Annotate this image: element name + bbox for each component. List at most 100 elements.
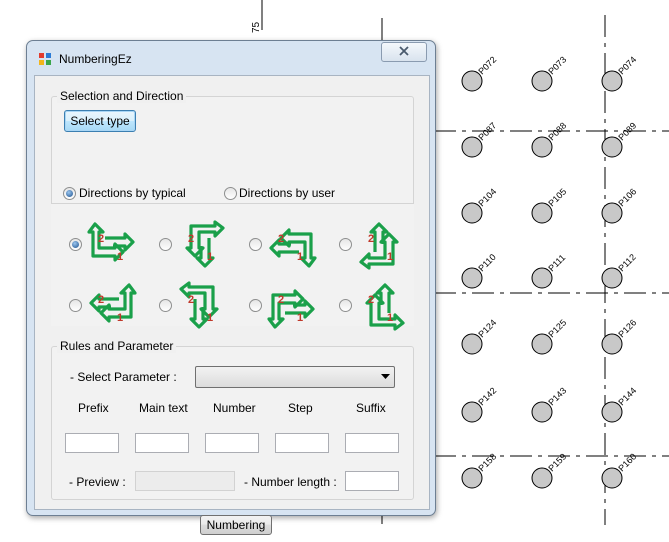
point-marker xyxy=(601,467,623,489)
point-label: P087 xyxy=(476,120,498,142)
numbering-button[interactable]: Numbering xyxy=(200,515,272,535)
prefix-label: Prefix xyxy=(78,401,109,415)
point-marker xyxy=(531,70,553,92)
svg-text:2: 2 xyxy=(188,294,194,306)
suffix-field[interactable] xyxy=(345,433,399,453)
step-label: Step xyxy=(288,401,313,415)
selection-group-label: Selection and Direction xyxy=(57,89,187,103)
point-label: P104 xyxy=(476,186,498,208)
window-title: NumberingEz xyxy=(59,52,132,66)
direction-arrows-icon[interactable]: 2 1 xyxy=(175,279,229,333)
select-parameter-dropdown[interactable] xyxy=(195,366,395,388)
direction-option-radio[interactable] xyxy=(249,238,262,251)
direction-option-radio[interactable] xyxy=(339,238,352,251)
suffix-label: Suffix xyxy=(356,401,386,415)
svg-text:2: 2 xyxy=(98,233,104,245)
point-marker xyxy=(531,136,553,158)
direction-option-radio[interactable] xyxy=(159,238,172,251)
close-button[interactable] xyxy=(381,42,427,62)
svg-text:2: 2 xyxy=(98,294,104,306)
point-marker xyxy=(601,401,623,423)
point-label: P110 xyxy=(476,252,497,273)
point-label: P160 xyxy=(616,451,638,473)
direction-option-radio[interactable] xyxy=(249,299,262,312)
title-bar: NumberingEz xyxy=(27,41,435,75)
direction-arrows-icon[interactable]: 2 1 xyxy=(85,279,139,333)
direction-arrows-icon[interactable]: 2 1 xyxy=(265,218,319,272)
point-marker xyxy=(601,136,623,158)
point-label: P158 xyxy=(476,451,498,473)
point-label: P125 xyxy=(546,317,568,339)
number-label: Number xyxy=(213,401,256,415)
rules-group-label: Rules and Parameter xyxy=(57,339,177,353)
point-marker xyxy=(531,401,553,423)
point-label: P074 xyxy=(616,54,638,76)
svg-text:1: 1 xyxy=(207,251,213,263)
directions-user-label: Directions by user xyxy=(239,186,336,200)
point-label: P106 xyxy=(616,186,638,208)
point-marker xyxy=(531,202,553,224)
main-text-field[interactable] xyxy=(135,433,189,453)
numbering-dialog: NumberingEz Selection and Direction Sele… xyxy=(26,40,436,535)
point-label: P111 xyxy=(546,252,567,273)
point-marker xyxy=(461,136,483,158)
preview-label: - Preview : xyxy=(69,475,126,489)
point-marker xyxy=(461,70,483,92)
point-marker xyxy=(531,467,553,489)
direction-option-radio[interactable] xyxy=(339,299,352,312)
main-text-label: Main text xyxy=(139,401,188,415)
point-label: P143 xyxy=(546,385,568,407)
axis-label: 75 xyxy=(251,21,262,33)
svg-text:1: 1 xyxy=(297,251,303,263)
point-label: P105 xyxy=(546,186,568,208)
point-label: P126 xyxy=(616,317,638,339)
directions-typical-label: Directions by typical xyxy=(79,186,186,200)
number-length-field[interactable] xyxy=(345,471,399,491)
prefix-field[interactable] xyxy=(65,433,119,453)
preview-field xyxy=(135,471,235,491)
app-icon xyxy=(39,53,51,65)
point-marker xyxy=(601,202,623,224)
point-marker xyxy=(461,202,483,224)
point-marker xyxy=(461,467,483,489)
point-marker xyxy=(531,267,553,289)
svg-text:2: 2 xyxy=(368,233,374,245)
point-label: P142 xyxy=(476,385,498,407)
point-label: P072 xyxy=(476,54,498,76)
point-marker xyxy=(531,333,553,355)
dialog-client-area: Selection and Direction Select type Dire… xyxy=(34,75,430,535)
svg-text:2: 2 xyxy=(278,233,284,245)
svg-text:1: 1 xyxy=(387,251,393,263)
select-parameter-label: - Select Parameter : xyxy=(70,370,177,384)
point-label: P144 xyxy=(616,385,638,407)
point-label: P124 xyxy=(476,317,498,339)
point-marker xyxy=(601,267,623,289)
point-marker xyxy=(601,333,623,355)
direction-option-radio[interactable] xyxy=(69,238,82,251)
number-length-label: - Number length : xyxy=(244,475,337,489)
svg-text:1: 1 xyxy=(117,251,123,263)
direction-option-radio[interactable] xyxy=(69,299,82,312)
point-marker xyxy=(461,333,483,355)
radio-directions-user[interactable] xyxy=(224,187,237,200)
chevron-down-icon xyxy=(381,374,390,379)
direction-arrows-icon[interactable]: 2 1 xyxy=(175,218,229,272)
point-label: P112 xyxy=(616,252,637,273)
select-type-button[interactable]: Select type xyxy=(64,110,136,132)
point-label: P073 xyxy=(546,54,568,76)
close-icon xyxy=(399,46,409,56)
number-field[interactable] xyxy=(205,433,259,453)
direction-arrows-icon[interactable]: 2 1 xyxy=(85,218,139,272)
point-marker xyxy=(461,401,483,423)
svg-text:2: 2 xyxy=(188,233,194,245)
step-field[interactable] xyxy=(275,433,329,453)
direction-arrows-icon[interactable]: 2 1 xyxy=(355,279,409,333)
direction-option-radio[interactable] xyxy=(159,299,172,312)
svg-text:2: 2 xyxy=(368,294,374,306)
point-label: P159 xyxy=(546,451,568,473)
point-marker xyxy=(601,70,623,92)
svg-text:1: 1 xyxy=(117,312,123,324)
direction-arrows-icon[interactable]: 2 1 xyxy=(265,279,319,333)
radio-directions-typical[interactable] xyxy=(63,187,76,200)
direction-arrows-icon[interactable]: 2 1 xyxy=(355,218,409,272)
